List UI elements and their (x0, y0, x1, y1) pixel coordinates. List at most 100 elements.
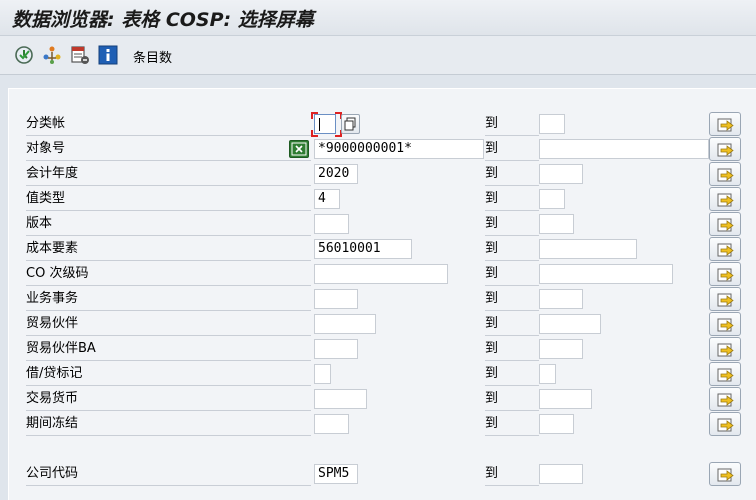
multiple-selection-arrow-icon (717, 343, 734, 357)
title-bar: 数据浏览器: 表格 COSP: 选择屏幕 (0, 0, 756, 36)
to-label: 到 (485, 289, 539, 311)
field-label: 业务事务 (26, 289, 311, 311)
value-help-button[interactable] (341, 114, 360, 134)
field-row: 会计年度 2020 到 (9, 162, 756, 187)
field-low-input[interactable]: 2020 (314, 164, 358, 184)
selection-panel: 分类帐 到 对象号 *9000000001* 到 会计年度 2020 到 值类型… (8, 88, 756, 500)
multiple-selection-arrow-icon (717, 143, 734, 157)
field-row: 公司代码 SPM5 到 (9, 462, 756, 487)
field-row: 期间冻结 到 (9, 412, 756, 437)
to-label: 到 (485, 464, 539, 486)
field-label: 值类型 (26, 189, 311, 211)
multiple-selection-arrow-icon (717, 318, 734, 332)
multiple-selection-button[interactable] (709, 187, 741, 211)
execute-clock-icon[interactable] (14, 45, 34, 65)
field-label: CO 次级码 (26, 264, 311, 286)
field-label: 对象号 (26, 139, 311, 161)
field-label: 借/贷标记 (26, 364, 311, 386)
multiple-selection-button[interactable] (709, 287, 741, 311)
field-low-input[interactable] (314, 339, 358, 359)
field-high-input[interactable] (539, 264, 673, 284)
field-label: 版本 (26, 214, 311, 236)
field-low-input[interactable] (314, 114, 336, 134)
field-high-input[interactable] (539, 214, 574, 234)
field-row: 成本要素 56010001 到 (9, 237, 756, 262)
field-label: 会计年度 (26, 164, 311, 186)
multiple-selection-button[interactable] (709, 362, 741, 386)
field-high-input[interactable] (539, 139, 709, 159)
multiple-selection-arrow-icon (717, 168, 734, 182)
field-low-input[interactable] (314, 389, 367, 409)
get-variant-icon[interactable] (42, 45, 62, 65)
field-high-input[interactable] (539, 289, 583, 309)
field-low-input[interactable]: 56010001 (314, 239, 412, 259)
selection-options-icon[interactable] (70, 45, 90, 65)
field-row: 版本 到 (9, 212, 756, 237)
field-label: 交易货币 (26, 389, 311, 411)
field-label: 贸易伙伴 (26, 314, 311, 336)
to-label: 到 (485, 364, 539, 386)
multiple-selection-button[interactable] (709, 412, 741, 436)
field-low-input[interactable] (314, 364, 331, 384)
multiple-selection-arrow-icon (717, 418, 734, 432)
multiple-selection-button[interactable] (709, 237, 741, 261)
multiple-selection-button[interactable] (709, 312, 741, 336)
field-row: 贸易伙伴BA 到 (9, 337, 756, 362)
field-low-input[interactable] (314, 214, 349, 234)
excel-upload-icon[interactable] (289, 140, 309, 158)
to-label: 到 (485, 164, 539, 186)
to-label: 到 (485, 339, 539, 361)
multiple-selection-arrow-icon (717, 243, 734, 257)
window-title: 数据浏览器: 表格 COSP: 选择屏幕 (12, 9, 314, 31)
field-label: 期间冻结 (26, 414, 311, 436)
to-label: 到 (485, 414, 539, 436)
to-label: 到 (485, 189, 539, 211)
to-label: 到 (485, 264, 539, 286)
multiple-selection-arrow-icon (717, 268, 734, 282)
field-low-input[interactable] (314, 414, 349, 434)
field-high-input[interactable] (539, 414, 574, 434)
field-low-input[interactable]: 4 (314, 189, 340, 209)
field-label: 公司代码 (26, 464, 311, 486)
multiple-selection-button[interactable] (709, 162, 741, 186)
field-high-input[interactable] (539, 389, 592, 409)
field-high-input[interactable] (539, 164, 583, 184)
field-high-input[interactable] (539, 114, 565, 134)
field-row: 业务事务 到 (9, 287, 756, 312)
field-row: 分类帐 到 (9, 112, 756, 137)
to-label: 到 (485, 114, 539, 136)
multiple-selection-button[interactable] (709, 212, 741, 236)
multiple-selection-arrow-icon (717, 218, 734, 232)
number-of-entries-button[interactable]: 条目数 (133, 47, 172, 66)
multiple-selection-button[interactable] (709, 462, 741, 486)
field-row: 贸易伙伴 到 (9, 312, 756, 337)
multiple-selection-button[interactable] (709, 112, 741, 136)
field-high-input[interactable] (539, 239, 637, 259)
multiple-selection-button[interactable] (709, 337, 741, 361)
field-label: 成本要素 (26, 239, 311, 261)
field-low-input[interactable] (314, 289, 358, 309)
to-label: 到 (485, 139, 539, 161)
text-cursor (319, 118, 320, 131)
field-high-input[interactable] (539, 364, 556, 384)
field-high-input[interactable] (539, 464, 583, 484)
multiple-selection-button[interactable] (709, 387, 741, 411)
multiple-selection-arrow-icon (717, 193, 734, 207)
field-high-input[interactable] (539, 314, 601, 334)
multiple-selection-arrow-icon (717, 118, 734, 132)
field-row: 对象号 *9000000001* 到 (9, 137, 756, 162)
info-icon[interactable] (98, 45, 118, 65)
field-low-input[interactable] (314, 264, 448, 284)
copy-icon (344, 117, 356, 131)
application-toolbar: 条目数 (0, 36, 756, 75)
multiple-selection-arrow-icon (717, 393, 734, 407)
field-row: 借/贷标记 到 (9, 362, 756, 387)
field-high-input[interactable] (539, 339, 583, 359)
multiple-selection-button[interactable] (709, 262, 741, 286)
field-low-input[interactable] (314, 314, 376, 334)
multiple-selection-button[interactable] (709, 137, 741, 161)
field-low-input[interactable]: *9000000001* (314, 139, 484, 159)
to-label: 到 (485, 389, 539, 411)
field-high-input[interactable] (539, 189, 565, 209)
field-low-input[interactable]: SPM5 (314, 464, 358, 484)
